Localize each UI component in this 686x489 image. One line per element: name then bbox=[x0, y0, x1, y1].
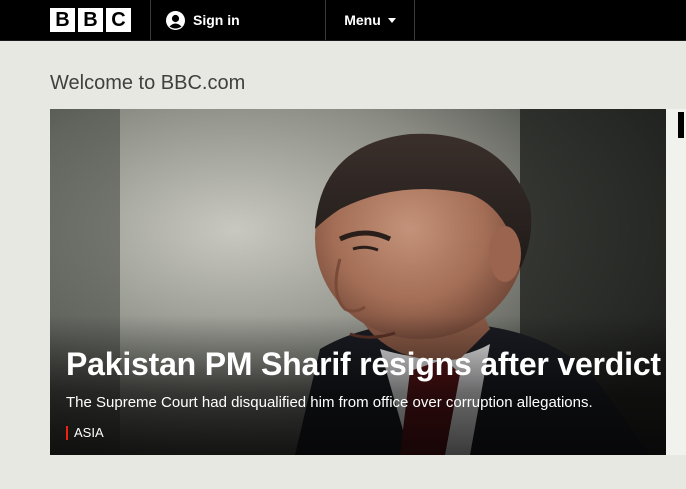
bbc-logo[interactable]: B B C bbox=[50, 8, 131, 32]
chevron-down-icon bbox=[387, 17, 396, 23]
sign-in-button[interactable]: Sign in bbox=[166, 0, 240, 40]
top-navigation-bar: B B C Sign in Menu bbox=[0, 0, 686, 41]
logo-letter-c: C bbox=[106, 8, 131, 32]
person-icon bbox=[166, 10, 185, 30]
hero-summary: The Supreme Court had disqualified him f… bbox=[66, 394, 593, 411]
scrollbar-thumb[interactable] bbox=[678, 112, 684, 138]
hero-headline[interactable]: Pakistan PM Sharif resigns after verdict bbox=[66, 345, 661, 383]
scrollbar-track[interactable] bbox=[666, 109, 686, 455]
nav-divider bbox=[150, 0, 151, 40]
headline-overlay bbox=[50, 315, 666, 455]
nav-divider bbox=[414, 0, 415, 40]
sign-in-label: Sign in bbox=[193, 12, 240, 28]
logo-letter-b1: B bbox=[50, 8, 75, 32]
tag-marker bbox=[66, 426, 68, 440]
section-tag[interactable]: ASIA bbox=[66, 426, 104, 440]
hero-story[interactable]: Pakistan PM Sharif resigns after verdict… bbox=[50, 109, 666, 455]
menu-label: Menu bbox=[344, 12, 381, 28]
page-title: Welcome to BBC.com bbox=[50, 72, 246, 94]
logo-letter-b2: B bbox=[78, 8, 103, 32]
menu-button[interactable]: Menu bbox=[326, 0, 414, 40]
tag-label: ASIA bbox=[74, 425, 104, 440]
